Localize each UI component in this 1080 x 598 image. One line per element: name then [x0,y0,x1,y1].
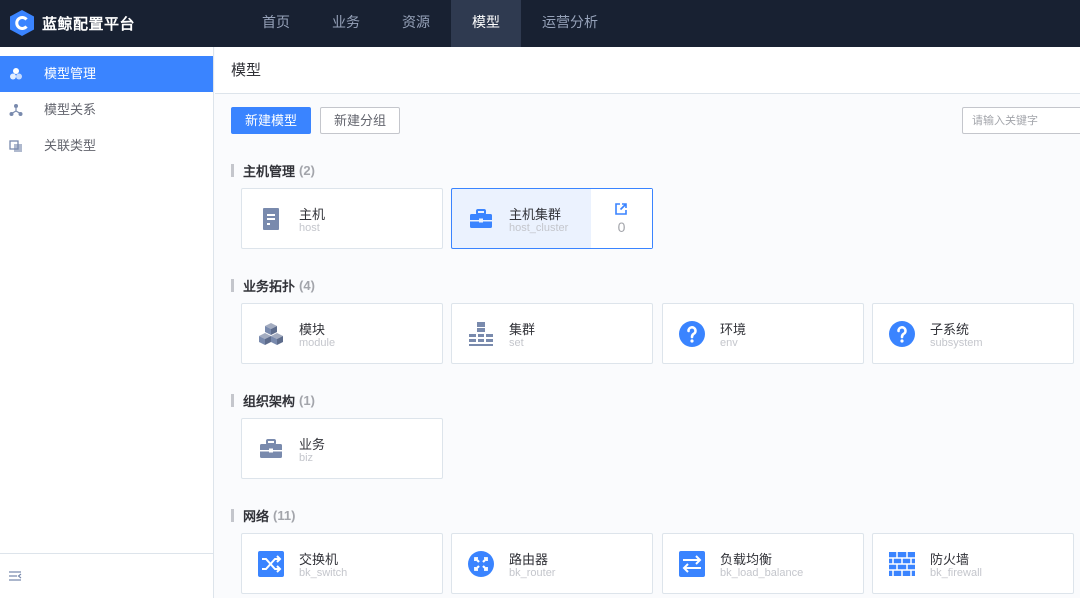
model-id: module [299,337,336,349]
group-count: (4) [299,277,315,293]
model-name: 负载均衡 [720,552,773,567]
group-marker [231,508,234,522]
page-title: 模型 [215,47,1080,94]
model-id: biz [299,452,314,464]
server-icon [263,208,279,230]
sidebar-item-label: 模型管理 [44,66,97,81]
model-manage-icon [10,68,22,80]
sidebar-footer [0,553,213,598]
toolbar: 新建模型 新建分组 [231,107,409,134]
group-count: (1) [299,392,315,408]
brand[interactable]: 蓝鲸配置平台 [9,9,135,37]
logo-icon [10,10,34,36]
external-link-icon[interactable] [614,202,628,216]
group-title-host-management: 主机管理 (2) [231,162,315,179]
model-card-host-cluster[interactable]: 主机集群 host_cluster 0 [451,188,653,249]
group-count: (11) [273,507,296,523]
model-id: host_cluster [509,222,569,234]
model-relation-icon [9,104,23,116]
router-icon [468,551,494,577]
model-card-load-balance[interactable]: 负载均衡 bk_load_balance [662,533,864,594]
model-id: bk_router [509,567,556,579]
top-navigation-bar: 蓝鲸配置平台 首页 业务 资源 模型 运营分析 [0,0,1080,47]
collapse-menu-icon[interactable] [8,569,22,583]
group-name: 主机管理 [243,163,296,179]
briefcase-icon [260,439,282,458]
group-marker [231,393,234,407]
sidebar-item-label: 模型关系 [44,102,97,117]
model-id: bk_firewall [930,567,982,579]
model-id: subsystem [930,337,983,349]
model-name: 主机集群 [509,207,562,222]
model-card-router[interactable]: 路由器 bk_router [451,533,653,594]
model-name: 子系统 [930,322,970,337]
set-topology-icon [469,322,493,346]
nav-item-analysis[interactable]: 运营分析 [521,0,619,47]
model-name: 路由器 [509,552,549,567]
model-name: 环境 [720,322,747,337]
sidebar: 模型管理 模型关系 关联类型 [0,47,214,598]
search-input[interactable] [962,107,1080,134]
briefcase-icon [470,209,492,228]
group-name: 业务拓扑 [243,278,296,294]
model-id: bk_load_balance [720,567,804,579]
model-card-module[interactable]: 模块 module [241,303,443,364]
nav-item-home[interactable]: 首页 [241,0,311,47]
model-id: bk_switch [299,567,348,579]
model-card-biz[interactable]: 业务 biz [241,418,443,479]
model-name: 业务 [299,437,326,452]
model-card-host[interactable]: 主机 host [241,188,443,249]
main-nav: 首页 业务 资源 模型 运营分析 [241,0,619,47]
model-name: 交换机 [299,552,339,567]
new-group-button[interactable]: 新建分组 [320,107,401,134]
cubes-icon [259,323,283,345]
app-name: 蓝鲸配置平台 [42,15,136,33]
instance-count-panel[interactable]: 0 [591,189,652,248]
question-circle-icon [889,321,915,347]
switch-icon [258,551,284,577]
model-id: env [720,337,738,349]
sidebar-item-model-management[interactable]: 模型管理 [0,56,213,92]
model-card-firewall[interactable]: 防火墙 bk_firewall [872,533,1074,594]
group-title-organization: 组织架构 (1) [231,392,315,409]
association-type-icon [9,140,22,152]
new-model-button[interactable]: 新建模型 [231,107,312,134]
group-title-business-topology: 业务拓扑 (4) [231,277,315,294]
model-card-env[interactable]: 环境 env [662,303,864,364]
group-marker [231,278,234,292]
question-circle-icon [679,321,705,347]
group-count: (2) [299,162,315,178]
group-name: 网络 [243,508,270,524]
model-id: host [299,222,320,234]
group-marker [231,163,234,177]
model-name: 模块 [299,322,326,337]
group-name: 组织架构 [243,393,296,409]
sidebar-item-association-type[interactable]: 关联类型 [0,128,213,164]
load-balance-icon [679,551,705,577]
nav-item-resource[interactable]: 资源 [381,0,451,47]
sidebar-item-model-relation[interactable]: 模型关系 [0,92,213,128]
firewall-icon [889,552,915,576]
instance-count: 0 [617,219,626,235]
nav-item-model[interactable]: 模型 [451,0,521,47]
model-name: 防火墙 [930,552,970,567]
model-card-switch[interactable]: 交换机 bk_switch [241,533,443,594]
model-card-set[interactable]: 集群 set [451,303,653,364]
nav-item-business[interactable]: 业务 [311,0,381,47]
model-name: 主机 [299,207,326,222]
model-card-subsystem[interactable]: 子系统 subsystem [872,303,1074,364]
group-title-network: 网络 (11) [231,507,296,524]
sidebar-item-label: 关联类型 [44,138,97,153]
model-id: set [509,337,524,349]
model-name: 集群 [509,322,536,337]
main-content: 模型 新建模型 新建分组 主机管理 (2) 主机 host 主机集群 host_… [215,47,1080,598]
